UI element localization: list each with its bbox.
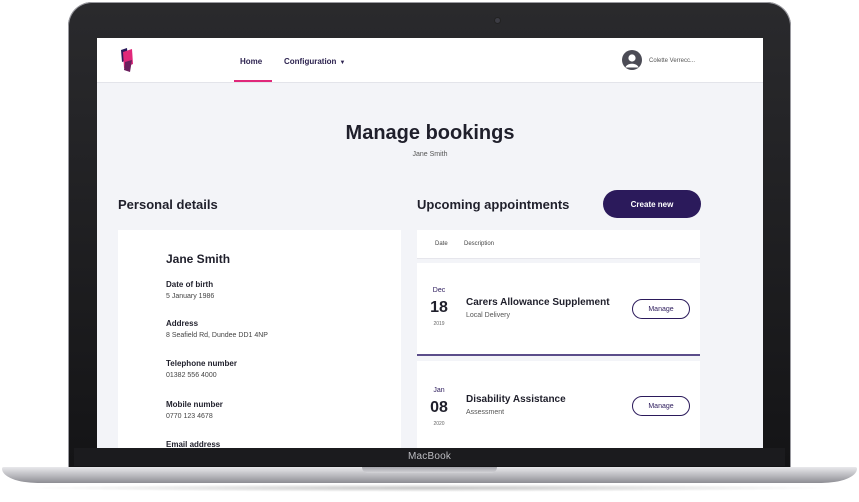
appointment-year: 2019 [433,321,445,327]
column-header-description: Description [464,241,495,247]
user-name[interactable]: Colette Verrecc... [649,58,695,64]
field-value: 0770 123 4678 [166,413,213,420]
appointment-day: 08 [430,399,448,416]
user-avatar-icon[interactable] [622,50,642,70]
camera-icon [495,18,500,23]
appointment-row: Jan 08 2020 Disability Assistance Assess… [417,361,700,448]
personal-details-card: Jane Smith Date of birth 5 January 1986 … [118,230,401,448]
appointment-title: Disability Assistance [466,394,566,405]
field-label: Address [166,319,199,328]
appointment-subtitle: Assessment [466,409,505,416]
field-date-of-birth: Date of birth 5 January 1986 [166,280,214,300]
field-telephone: Telephone number 01382 556 4000 [166,359,237,379]
nav-configuration-label: Configuration [284,57,337,66]
chevron-down-icon: ▼ [339,60,346,66]
column-header-date: Date [435,241,448,247]
field-label: Mobile number [166,400,223,409]
upcoming-appointments-heading: Upcoming appointments [417,197,570,212]
appointment-year: 2020 [433,421,445,427]
nav-configuration[interactable]: Configuration ▼ [284,57,345,66]
appointment-month: Jan [433,387,445,394]
field-label: Email address [166,440,221,448]
appointment-title: Carers Allowance Supplement [466,297,610,308]
field-value: 01382 556 4000 [166,372,217,379]
personal-details-heading: Personal details [118,197,218,212]
nav-active-indicator [234,80,272,82]
field-label: Telephone number [166,359,237,368]
appointment-subtitle: Local Delivery [466,312,510,319]
laptop-notch [362,467,497,473]
create-new-button[interactable]: Create new [603,190,701,218]
manage-button[interactable]: Manage [632,299,690,319]
field-label: Date of birth [166,280,214,289]
field-value: 5 January 1986 [166,293,215,300]
appointment-day: 18 [430,299,448,316]
nav-home[interactable]: Home [240,57,262,66]
page-subtitle: Jane Smith [412,151,448,158]
app-screen: Home Configuration ▼ Colette Verrecc... M… [97,38,763,448]
field-mobile: Mobile number 0770 123 4678 [166,400,223,420]
appointment-month: Dec [432,287,446,294]
device-label: MacBook [407,451,452,462]
field-address: Address 8 Seafield Rd, Dundee DD1 4NP [166,319,268,339]
person-name: Jane Smith [166,252,231,266]
page-title: Manage bookings [345,122,515,144]
field-email: Email address [166,440,220,448]
manage-button[interactable]: Manage [632,396,690,416]
top-navigation-bar: Home Configuration ▼ Colette Verrecc... [97,38,763,83]
appointment-row: Dec 18 2019 Carers Allowance Supplement … [417,263,700,356]
field-value: 8 Seafield Rd, Dundee DD1 4NP [166,332,268,339]
appointments-table-header: Date Description [417,230,700,259]
laptop-shadow [20,484,839,492]
brand-logo-icon[interactable] [120,48,134,72]
